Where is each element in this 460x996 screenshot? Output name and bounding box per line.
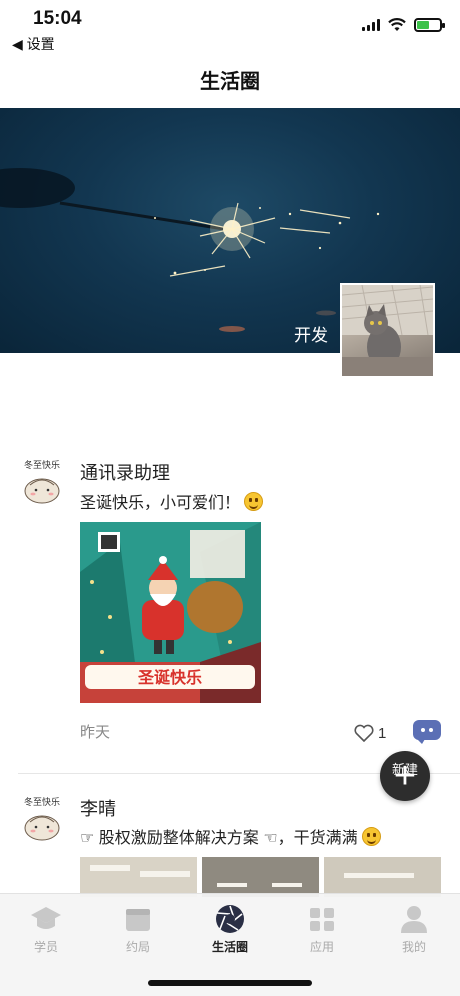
avatar-caption: 冬至快乐: [23, 461, 60, 471]
back-to-settings-link[interactable]: ◀ 设置: [12, 34, 55, 54]
tab-label: 我的: [401, 940, 426, 954]
page-title: 生活圈: [200, 71, 260, 93]
person-icon: [401, 906, 427, 933]
signal-icon: [362, 19, 380, 31]
new-post-button[interactable]: + 新建: [380, 751, 430, 801]
post-text: 圣诞快乐，小可爱们！: [80, 489, 264, 513]
tab-label: 应用: [309, 940, 334, 954]
system-icons: [362, 18, 445, 32]
tab-students[interactable]: 学员: [0, 894, 92, 964]
post-text-body: 圣诞快乐，小可爱们！: [80, 495, 241, 512]
status-time: 15:04: [33, 8, 82, 29]
wifi-icon: [388, 18, 406, 31]
tab-label: 学员: [33, 940, 58, 954]
post-thumbnail[interactable]: [80, 857, 197, 897]
post-author[interactable]: 通讯录助理: [80, 459, 170, 485]
post-text: ☞ 股权激励整体解决方案 ☜，干货满满: [80, 824, 381, 848]
profile-avatar[interactable]: [340, 283, 435, 378]
smiley-icon: [361, 827, 381, 846]
christmas-poster: 圣诞快乐: [80, 522, 261, 703]
cover-username: 开发: [294, 326, 328, 345]
avatar[interactable]: 冬至快乐: [22, 458, 62, 506]
smiley-icon: [244, 492, 264, 511]
office-photo: [80, 857, 197, 897]
apps-icon: [310, 908, 334, 931]
tab-label: 约局: [125, 940, 150, 954]
tab-label: 生活圈: [211, 940, 248, 954]
tab-life-circle[interactable]: 生活圈: [184, 894, 276, 964]
post-author[interactable]: 李晴: [80, 795, 116, 821]
post-text-body: ☞ 股权激励整体解决方案 ☜，干货满满: [80, 830, 358, 847]
office-photo: [324, 857, 441, 897]
tab-me[interactable]: 我的: [368, 894, 460, 964]
tab-appointments[interactable]: 约局: [92, 894, 184, 964]
cat-photo: [342, 285, 433, 376]
avatar-caption: 冬至快乐: [23, 798, 60, 808]
aperture-icon: [216, 905, 244, 933]
post-timestamp: 昨天: [80, 724, 111, 741]
home-indicator[interactable]: [148, 980, 312, 986]
post-image[interactable]: 圣诞快乐: [80, 522, 261, 703]
dumpling-icon: [24, 478, 60, 504]
nav-bar: 生活圈: [0, 56, 460, 108]
like-count: 1: [378, 724, 387, 742]
post-thumbnail[interactable]: [202, 857, 319, 897]
tab-apps[interactable]: 应用: [276, 894, 368, 964]
graduation-cap-icon: [31, 907, 61, 929]
dumpling-icon: [24, 815, 60, 841]
office-photo: [202, 857, 319, 897]
status-bar: 15:04 ◀ 设置: [0, 0, 460, 56]
like-button[interactable]: 1: [354, 724, 386, 742]
battery-icon: [414, 18, 445, 32]
new-post-label: 新建: [391, 762, 418, 777]
image-caption: 圣诞快乐: [137, 668, 202, 687]
comment-icon[interactable]: [413, 720, 441, 744]
avatar[interactable]: 冬至快乐: [22, 795, 62, 843]
calendar-icon: [126, 909, 150, 931]
post-thumbnail[interactable]: [324, 857, 441, 897]
heart-icon: [354, 724, 374, 742]
